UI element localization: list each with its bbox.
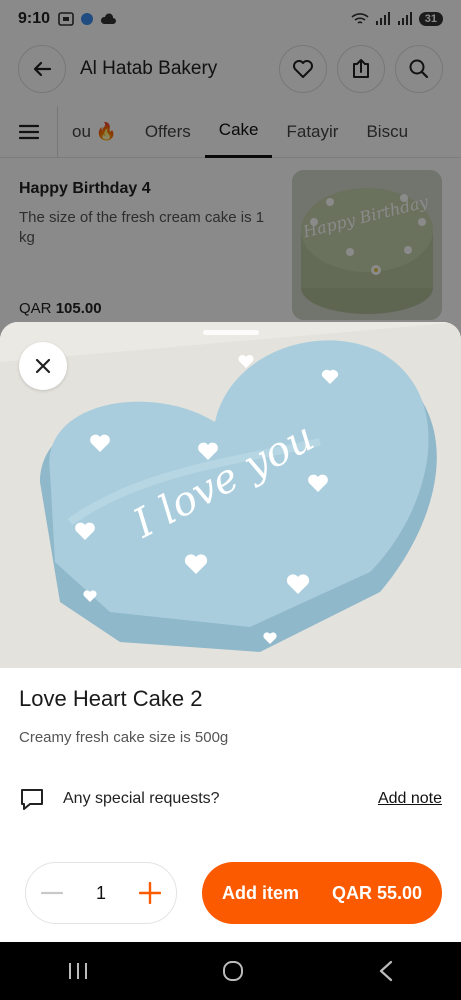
birthday-cake-illustration: Happy Birthday (292, 170, 442, 320)
item-description: Creamy fresh cake size is 500g (19, 729, 229, 746)
product-name: Happy Birthday 4 (19, 180, 151, 197)
minus-icon (41, 891, 63, 895)
back-button[interactable] (18, 45, 66, 93)
category-menu-button[interactable] (0, 105, 58, 158)
add-note-link[interactable]: Add note (378, 790, 442, 808)
home-icon[interactable] (222, 960, 244, 982)
wifi-icon (351, 13, 369, 24)
top-app-bar: Al Hatab Bakery (18, 44, 443, 94)
add-item-label: Add item (222, 882, 300, 903)
arrow-left-icon (33, 61, 52, 77)
search-button[interactable] (395, 45, 443, 93)
add-item-total: QAR 55.00 (331, 882, 422, 903)
system-navigation-bar (0, 942, 461, 1000)
status-time: 9:10 (18, 10, 51, 27)
quantity-value: 1 (95, 882, 106, 903)
notification-icons (58, 12, 117, 26)
signal-icon (375, 12, 390, 25)
heart-icon (293, 60, 313, 78)
plus-icon (138, 882, 161, 904)
screenshot-icon (58, 12, 74, 26)
status-bar: 9:10 31 (0, 0, 461, 38)
special-requests-label: Any special requests? (63, 790, 220, 807)
cart-actions: 1 Add item QAR 55.00 (25, 862, 442, 924)
quantity-stepper: 1 (25, 862, 177, 924)
increase-quantity-button[interactable] (138, 881, 162, 905)
decrease-quantity-button[interactable] (40, 881, 64, 905)
add-item-button[interactable]: Add item QAR 55.00 (202, 862, 442, 924)
drag-handle[interactable] (203, 330, 259, 335)
tab-offers[interactable]: Offers (131, 106, 205, 158)
close-button[interactable] (19, 342, 67, 390)
signal-icon-2 (397, 12, 412, 25)
heart-cake-illustration: I love you (0, 322, 461, 668)
product-image: Happy Birthday (292, 170, 442, 320)
product-description: The size of the fresh cream cake is 1 kg (19, 209, 265, 246)
close-icon (35, 358, 51, 374)
category-tabs: ou 🔥 Offers Cake Fatayir Biscu (0, 105, 461, 158)
product-card[interactable]: Happy Birthday 4 The size of the fresh c… (0, 170, 461, 320)
header-actions (279, 45, 443, 93)
tab-popular[interactable]: ou 🔥 (58, 106, 131, 158)
tab-cake[interactable]: Cake (204, 106, 273, 158)
messenger-icon (81, 13, 94, 25)
recent-apps-icon[interactable] (67, 962, 89, 980)
restaurant-title: Al Hatab Bakery (80, 58, 218, 79)
product-price-value: 105.00 (55, 300, 102, 317)
tab-fatayir[interactable]: Fatayir (272, 106, 352, 158)
back-nav-icon[interactable] (378, 960, 394, 982)
favorite-button[interactable] (279, 45, 327, 93)
search-icon (409, 59, 429, 79)
product-currency: QAR (19, 300, 52, 317)
product-price: QAR 105.00 (19, 300, 102, 317)
special-requests-row[interactable]: Any special requests? Add note (19, 784, 442, 814)
item-image: I love you (0, 322, 461, 668)
tab-biscuits[interactable]: Biscu (352, 106, 422, 158)
system-icons: 31 (351, 12, 443, 26)
cloud-icon (100, 13, 117, 24)
share-icon (353, 59, 369, 78)
item-name: Love Heart Cake 2 (19, 686, 203, 711)
hamburger-icon (18, 124, 39, 139)
battery-indicator: 31 (418, 12, 443, 26)
share-button[interactable] (337, 45, 385, 93)
chat-bubble-icon (21, 789, 43, 810)
item-detail-sheet: I love you Love Heart Cake 2 Creamy fres… (0, 322, 461, 942)
